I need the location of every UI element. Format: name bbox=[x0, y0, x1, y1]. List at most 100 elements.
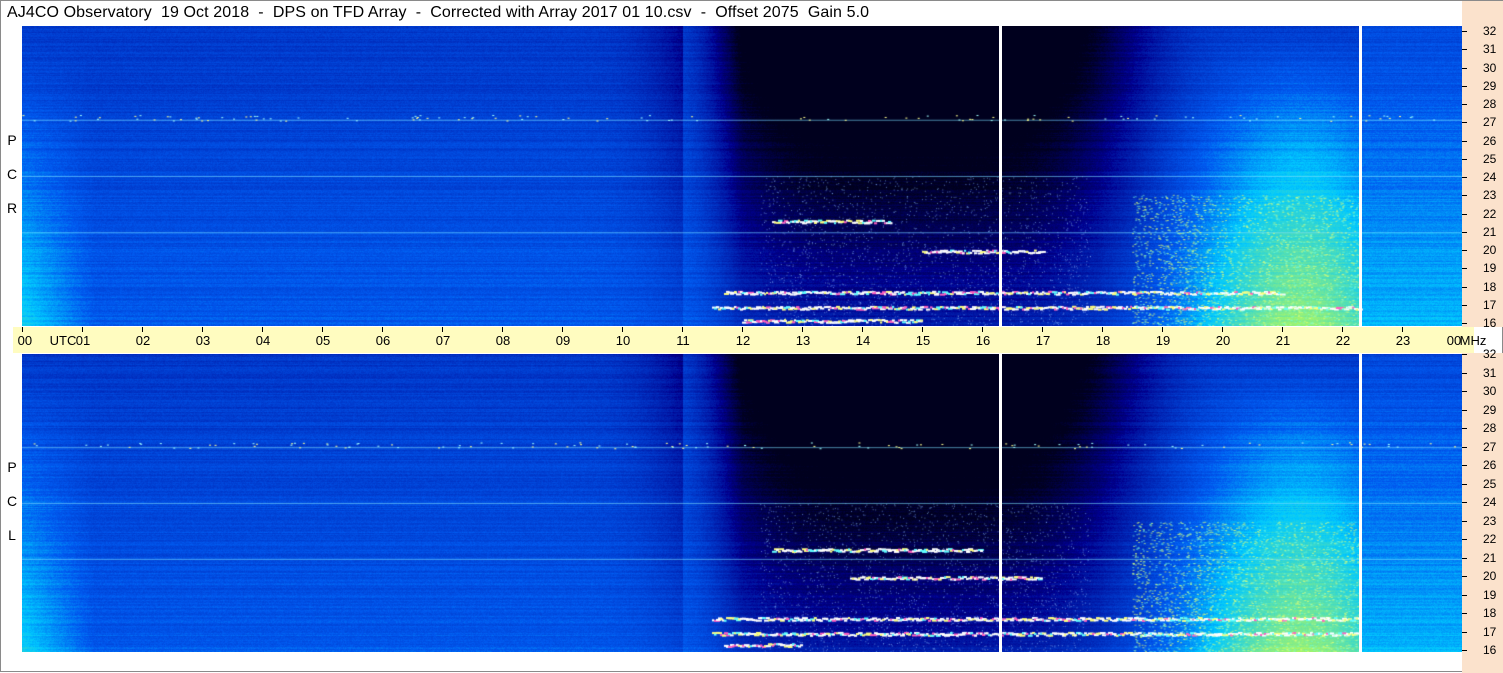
x-tick-1 bbox=[82, 327, 83, 332]
lcp-y-tick-label-16: 16 bbox=[1483, 643, 1497, 657]
x-tick-14 bbox=[862, 327, 863, 332]
rcp-y-tick-label-19: 19 bbox=[1483, 261, 1497, 276]
x-tick-label-16: 16 bbox=[975, 333, 991, 348]
x-tick-label-9: 09 bbox=[555, 333, 571, 348]
x-tick-3 bbox=[202, 327, 203, 332]
lcp-y-tick-23 bbox=[1462, 520, 1467, 522]
rcp-y-tick-20 bbox=[1462, 250, 1467, 251]
lcp-y-tick-29 bbox=[1462, 409, 1467, 411]
plot-lcp-marker-line-1 bbox=[1359, 354, 1362, 652]
lcp-y-tick-label-27: 27 bbox=[1483, 439, 1497, 454]
x-tick-19 bbox=[1162, 327, 1163, 332]
rcp-y-tick-label-16: 16 bbox=[1483, 316, 1497, 330]
x-tick-label-1: 01 bbox=[75, 333, 91, 348]
rcp-y-tick-26 bbox=[1462, 140, 1467, 142]
x-tick-20 bbox=[1222, 327, 1223, 332]
x-tick-label-15: 15 bbox=[915, 333, 931, 348]
x-tick-label-5: 05 bbox=[315, 333, 331, 348]
rcp-frequency-axis: 32 31 30 29 28 27 26 25 24 23 22 21 20 19 18 17 16 bbox=[1462, 1, 1503, 330]
lcp-y-tick-label-32: 32 bbox=[1483, 347, 1497, 361]
lcp-y-tick-label-25: 25 bbox=[1483, 476, 1497, 491]
lcp-y-tick-label-17: 17 bbox=[1483, 624, 1497, 639]
x-tick-label-10: 10 bbox=[615, 333, 631, 348]
x-tick-label-24: 00 bbox=[1446, 333, 1462, 348]
x-tick-16 bbox=[982, 327, 983, 332]
x-tick-label-6: 06 bbox=[375, 333, 391, 348]
lcp-y-tick-16 bbox=[1462, 650, 1467, 651]
plot-rcp-marker-line-1 bbox=[1359, 26, 1362, 326]
lcp-y-tick-18 bbox=[1462, 613, 1467, 614]
x-tick-label-19: 19 bbox=[1155, 333, 1171, 348]
rcp-y-tick-label-22: 22 bbox=[1483, 206, 1497, 221]
x-tick-0 bbox=[22, 327, 23, 332]
x-tick-label-23: 23 bbox=[1395, 333, 1411, 348]
rcp-y-tick-16 bbox=[1462, 323, 1467, 324]
lcp-side-label: P C L bbox=[5, 450, 19, 552]
x-tick-label-22: 22 bbox=[1335, 333, 1351, 348]
lcp-y-tick-22 bbox=[1462, 539, 1467, 540]
rcp-y-tick-25 bbox=[1462, 158, 1467, 160]
plot-lcp-marker-line-0 bbox=[999, 354, 1002, 652]
lcp-y-tick-32 bbox=[1462, 354, 1467, 355]
spectrogram-frame: AJ4CO Observatory 19 Oct 2018 - DPS on T… bbox=[0, 0, 1503, 673]
x-tick-5 bbox=[322, 327, 323, 332]
rcp-letter-p: R bbox=[6, 200, 18, 216]
rcp-letter-c: C bbox=[6, 166, 18, 182]
rcp-y-tick-label-17: 17 bbox=[1483, 297, 1497, 312]
rcp-y-tick-label-21: 21 bbox=[1483, 224, 1497, 239]
rcp-side-label: P C R bbox=[5, 123, 19, 225]
rcp-y-tick-27 bbox=[1462, 122, 1467, 124]
rcp-y-tick-label-30: 30 bbox=[1483, 60, 1497, 75]
rcp-letter-r: P bbox=[7, 132, 17, 148]
lcp-y-tick-30 bbox=[1462, 391, 1467, 392]
rcp-y-tick-label-25: 25 bbox=[1483, 151, 1497, 166]
lcp-y-tick-27 bbox=[1462, 446, 1467, 448]
lcp-y-tick-label-26: 26 bbox=[1483, 458, 1497, 472]
lcp-y-tick-31 bbox=[1462, 372, 1467, 374]
x-tick-15 bbox=[922, 327, 923, 332]
rcp-heatmap-canvas bbox=[22, 26, 1462, 326]
x-tick-10 bbox=[622, 327, 623, 332]
x-tick-6 bbox=[382, 327, 383, 332]
lcp-y-tick-21 bbox=[1462, 557, 1467, 559]
lcp-frequency-axis: 32 31 30 29 28 27 26 25 24 23 22 21 20 19 18 17 16 bbox=[1462, 348, 1503, 673]
x-tick-label-14: 14 bbox=[855, 333, 871, 348]
rcp-y-tick-22 bbox=[1462, 213, 1467, 215]
rcp-y-tick-28 bbox=[1462, 104, 1467, 105]
x-tick-13 bbox=[802, 327, 803, 332]
x-tick-4 bbox=[262, 327, 263, 332]
rcp-y-tick-label-32: 32 bbox=[1483, 24, 1497, 38]
x-tick-label-4: 04 bbox=[255, 333, 271, 348]
lcp-heatmap-canvas bbox=[22, 354, 1462, 652]
x-tick-22 bbox=[1342, 327, 1343, 332]
x-tick-label-17: 17 bbox=[1035, 333, 1051, 348]
rcp-spectrogram bbox=[22, 26, 1462, 326]
rcp-y-tick-32 bbox=[1462, 31, 1467, 32]
x-tick-label-11: 11 bbox=[676, 333, 690, 348]
lcp-y-tick-label-22: 22 bbox=[1483, 532, 1497, 546]
rcp-y-tick-label-29: 29 bbox=[1483, 78, 1497, 93]
x-tick-label-3: 03 bbox=[195, 333, 211, 348]
x-tick-18 bbox=[1102, 327, 1103, 332]
x-tick-label-21: 21 bbox=[1275, 333, 1291, 348]
rcp-y-tick-18 bbox=[1462, 286, 1467, 288]
rcp-y-tick-31 bbox=[1462, 49, 1467, 51]
x-tick-2 bbox=[142, 327, 143, 332]
x-tick-17 bbox=[1042, 327, 1043, 332]
lcp-y-tick-label-20: 20 bbox=[1483, 569, 1497, 583]
lcp-y-tick-20 bbox=[1462, 576, 1467, 577]
lcp-y-tick-label-28: 28 bbox=[1483, 421, 1497, 435]
x-tick-label-0: 00 bbox=[17, 333, 33, 348]
mhz-axis-label: MHz bbox=[1459, 333, 1487, 348]
rcp-y-tick-30 bbox=[1462, 67, 1467, 69]
lcp-y-tick-24 bbox=[1462, 502, 1467, 503]
x-tick-7 bbox=[442, 327, 443, 332]
x-tick-9 bbox=[562, 327, 563, 332]
x-tick-label-20: 20 bbox=[1215, 333, 1231, 348]
utc-time-axis: UTC MHz 00 01 02 03 04 05 06 07 08 09 10 11 12 13 14 15… bbox=[13, 327, 1486, 353]
rcp-y-tick-label-20: 20 bbox=[1483, 243, 1497, 257]
rcp-y-tick-label-18: 18 bbox=[1483, 279, 1497, 294]
lcp-y-tick-label-30: 30 bbox=[1483, 384, 1497, 398]
lcp-y-tick-label-23: 23 bbox=[1483, 513, 1497, 528]
lcp-y-tick-26 bbox=[1462, 465, 1467, 466]
